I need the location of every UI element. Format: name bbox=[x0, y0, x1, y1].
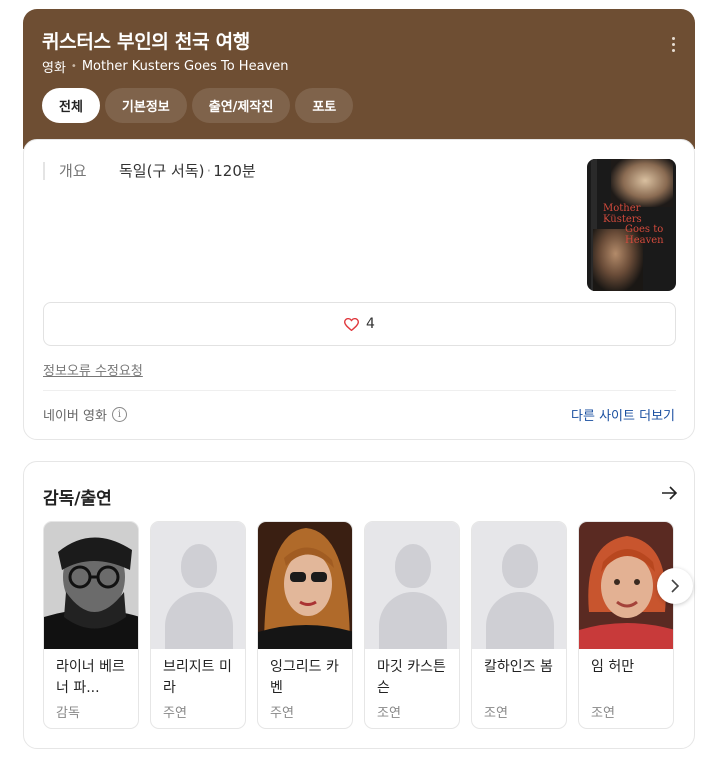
cast-role: 조연 bbox=[377, 706, 401, 721]
like-count: 4 bbox=[366, 316, 375, 332]
avatar-placeholder-icon bbox=[472, 522, 566, 649]
like-button[interactable]: 4 bbox=[43, 302, 676, 346]
cast-role: 조연 bbox=[484, 706, 508, 721]
cast-item[interactable]: 마깃 카스튼슨 조연 bbox=[364, 521, 460, 729]
movie-category: 영화 bbox=[42, 61, 66, 76]
tab-photos[interactable]: 포토 bbox=[295, 88, 354, 123]
cast-role: 주연 bbox=[163, 706, 187, 721]
original-title: Mother Kusters Goes To Heaven bbox=[81, 59, 289, 74]
poster-title-text-2: Goes to Heaven bbox=[625, 224, 664, 246]
more-sites-link[interactable]: 다른 사이트 더보기 bbox=[571, 405, 675, 424]
cast-role: 주연 bbox=[270, 706, 294, 721]
cast-item[interactable]: 칼하인즈 봄 조연 bbox=[471, 521, 567, 729]
cast-item[interactable]: 브리지트 미라 주연 bbox=[150, 521, 246, 729]
overview-label: 개요 bbox=[43, 162, 87, 180]
carousel-next-button[interactable] bbox=[657, 568, 693, 604]
cast-role: 조연 bbox=[591, 706, 615, 721]
avatar-placeholder-icon bbox=[151, 522, 245, 649]
cast-card: 감독/출연 라이너 베르너 파... 감독 브리지트 미라 주연 잉그리드 카벤… bbox=[23, 461, 695, 749]
info-icon[interactable]: i bbox=[111, 407, 127, 422]
cast-item[interactable]: 라이너 베르너 파... 감독 bbox=[43, 521, 139, 729]
cast-name: 라이너 베르너 파... bbox=[56, 659, 125, 696]
divider bbox=[43, 390, 676, 391]
tab-all[interactable]: 전체 bbox=[42, 88, 100, 123]
source-label: 네이버 영화 i bbox=[43, 405, 127, 424]
info-body: 개요 독일(구 서독) · 120분 Mother Küsters Goes to … bbox=[23, 139, 695, 440]
poster-title-text: Mother Küsters bbox=[603, 203, 642, 225]
movie-poster[interactable]: Mother Küsters Goes to Heaven bbox=[587, 159, 676, 291]
arrow-right-icon[interactable] bbox=[661, 486, 678, 500]
cast-role: 감독 bbox=[56, 706, 80, 721]
chevron-right-icon bbox=[671, 579, 680, 593]
heart-outline-icon bbox=[344, 317, 360, 331]
cast-section-title: 감독/출연 bbox=[43, 489, 112, 509]
tab-cast-crew[interactable]: 출연/제작진 bbox=[191, 88, 291, 123]
poster-face-top bbox=[611, 159, 673, 207]
cast-name: 칼하인즈 봄 bbox=[484, 659, 553, 675]
cast-name: 브리지트 미라 bbox=[163, 659, 232, 696]
movie-title: 퀴스터스 부인의 천국 여행 bbox=[42, 31, 250, 53]
separator-dot: • bbox=[70, 61, 77, 72]
cast-photo bbox=[258, 522, 352, 649]
runtime: 120분 bbox=[213, 162, 256, 180]
avatar-placeholder-icon bbox=[365, 522, 459, 649]
movie-info-card: 퀴스터스 부인의 천국 여행 영화 • Mother Kusters Goes … bbox=[23, 9, 695, 440]
cast-name: 마깃 카스튼슨 bbox=[377, 659, 446, 696]
cast-name: 임 허만 bbox=[591, 659, 635, 675]
country: 독일(구 서독) bbox=[119, 162, 205, 180]
cast-item[interactable]: 잉그리드 카벤 주연 bbox=[257, 521, 353, 729]
cast-item[interactable]: 임 허만 조연 bbox=[578, 521, 674, 729]
overview-value: 독일(구 서독) · 120분 bbox=[119, 162, 256, 180]
movie-subtitle: 영화 • Mother Kusters Goes To Heaven bbox=[42, 57, 288, 76]
more-options-icon[interactable] bbox=[665, 35, 681, 53]
tab-bar: 전체 기본정보 출연/제작진 포토 bbox=[42, 88, 354, 123]
tab-basic-info[interactable]: 기본정보 bbox=[104, 88, 187, 123]
movie-header: 퀴스터스 부인의 천국 여행 영화 • Mother Kusters Goes … bbox=[23, 9, 695, 149]
cast-photo bbox=[44, 522, 138, 649]
cast-name: 잉그리드 카벤 bbox=[270, 659, 339, 696]
separator-dot: · bbox=[206, 162, 212, 180]
cast-list: 라이너 베르너 파... 감독 브리지트 미라 주연 잉그리드 카벤 주연 마깃… bbox=[43, 521, 676, 731]
report-error-link[interactable]: 정보오류 수정요청 bbox=[43, 360, 143, 379]
source-name: 네이버 영화 bbox=[43, 409, 107, 424]
